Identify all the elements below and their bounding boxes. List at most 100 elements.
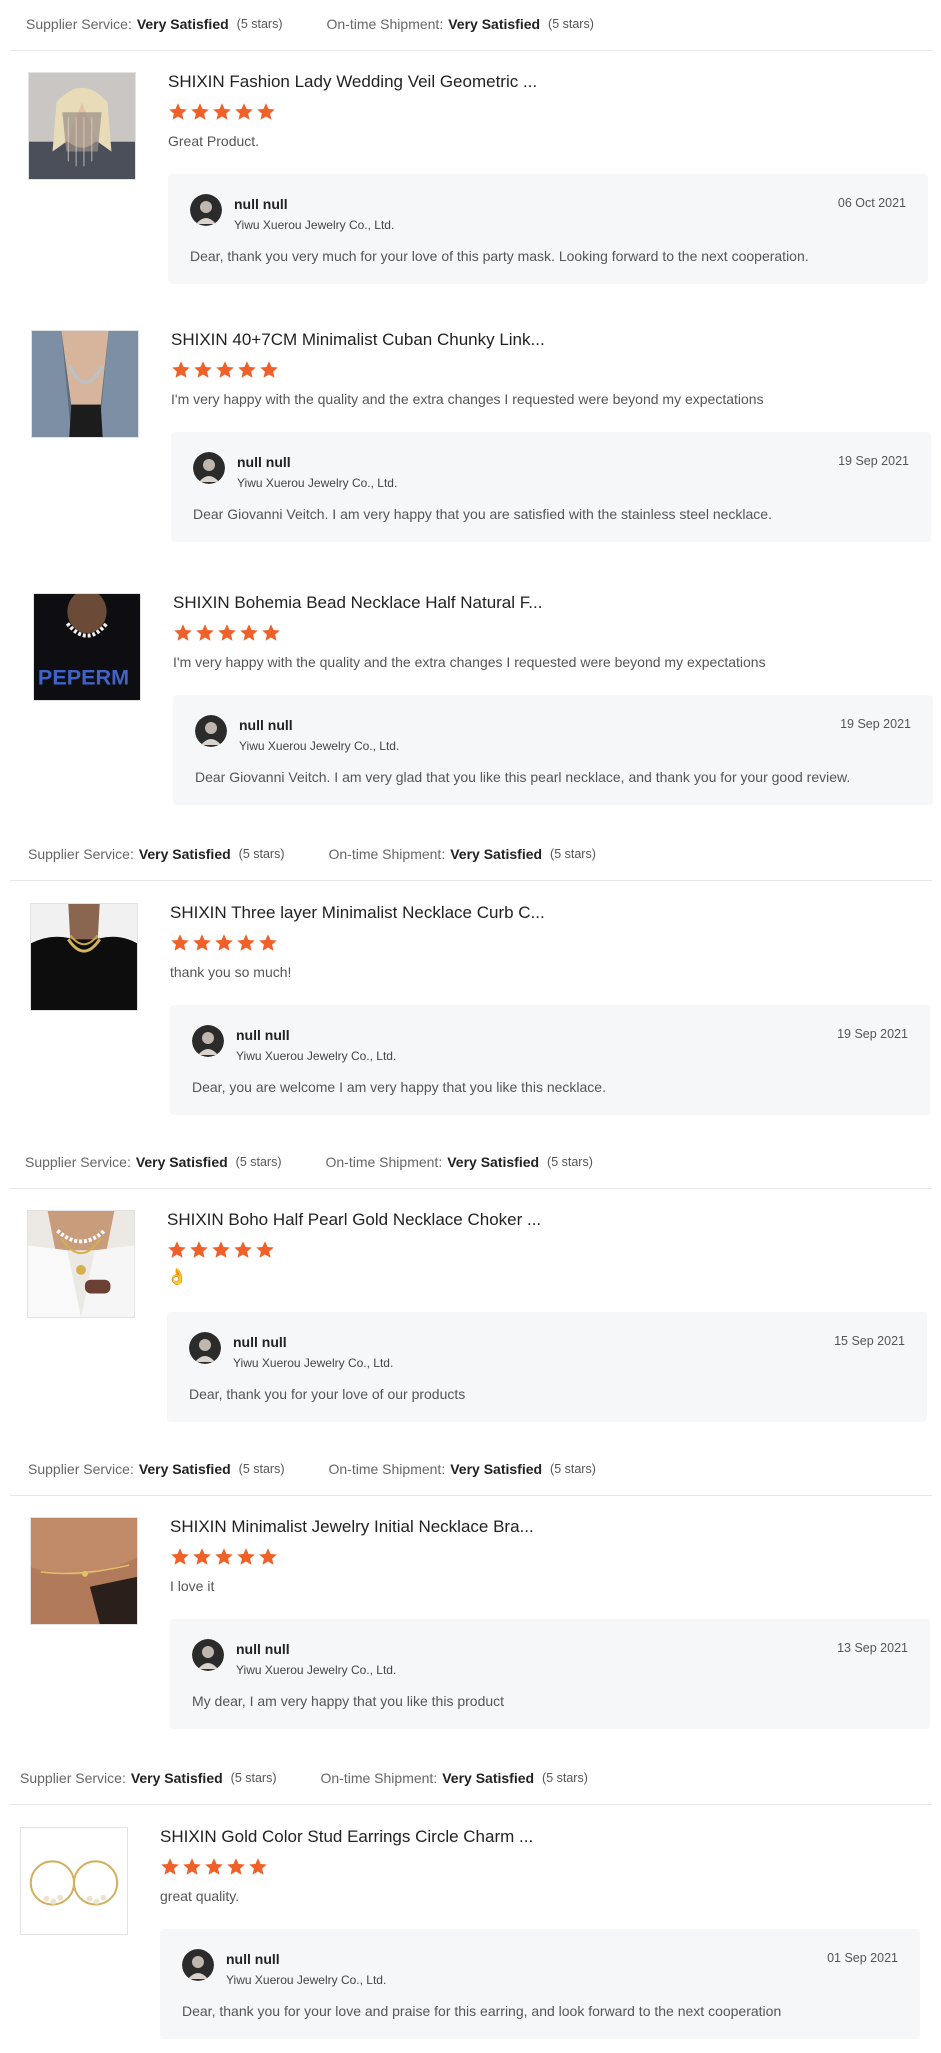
product-thumbnail[interactable]: PEPERM <box>33 593 141 701</box>
supplier-service-count: (5 stars) <box>238 1462 285 1476</box>
shipment-label: On-time Shipment: <box>328 846 446 862</box>
avatar <box>195 715 227 747</box>
reply-company: Yiwu Xuerou Jewelry Co., Ltd. <box>233 1356 394 1370</box>
rating-summary: Supplier Service: Very Satisfied (5 star… <box>20 1764 588 1792</box>
seller-reply: null null Yiwu Xuerou Jewelry Co., Ltd. … <box>173 695 933 805</box>
divider <box>10 880 932 881</box>
star-icon <box>215 1548 233 1565</box>
shipment-count: (5 stars) <box>547 1155 593 1169</box>
avatar <box>190 194 222 226</box>
review-comment: 👌 <box>167 1269 187 1286</box>
rating-summary: Supplier Service: Very Satisfied (5 star… <box>26 10 594 38</box>
seller-reply: null null Yiwu Xuerou Jewelry Co., Ltd. … <box>170 1005 930 1115</box>
star-icon <box>193 1548 211 1565</box>
product-title[interactable]: SHIXIN Three layer Minimalist Necklace C… <box>170 903 545 923</box>
shipment-value: Very Satisfied <box>447 1154 540 1170</box>
star-icon <box>237 1548 255 1565</box>
star-icon <box>174 624 192 641</box>
star-icon <box>194 361 212 378</box>
reply-author: null null <box>239 717 293 733</box>
seller-reply: null null Yiwu Xuerou Jewelry Co., Ltd. … <box>171 432 931 542</box>
layered-necklace-photo <box>31 904 137 1010</box>
star-icon <box>259 934 277 951</box>
reply-company: Yiwu Xuerou Jewelry Co., Ltd. <box>236 1049 397 1063</box>
star-icon <box>183 1858 201 1875</box>
reply-company: Yiwu Xuerou Jewelry Co., Ltd. <box>239 739 400 753</box>
reply-text: Dear, thank you very much for your love … <box>190 248 809 264</box>
avatar <box>193 452 225 484</box>
shipment-count: (5 stars) <box>548 17 594 31</box>
reviews-page: Supplier Service: Very Satisfied (5 star… <box>0 0 941 2053</box>
review-comment: I love it <box>170 1578 215 1594</box>
earrings-photo <box>21 1828 127 1934</box>
review-comment: I'm very happy with the quality and the … <box>173 654 766 670</box>
product-thumbnail[interactable] <box>30 903 138 1011</box>
product-thumbnail[interactable] <box>30 1517 138 1625</box>
reply-author: null null <box>233 1334 287 1350</box>
product-thumbnail[interactable] <box>27 1210 135 1318</box>
reply-date: 19 Sep 2021 <box>837 1027 908 1041</box>
seller-reply: null null Yiwu Xuerou Jewelry Co., Ltd. … <box>168 174 928 284</box>
reply-text: Dear, you are welcome I am very happy th… <box>192 1079 606 1095</box>
reply-date: 13 Sep 2021 <box>837 1641 908 1655</box>
avatar <box>182 1949 214 1981</box>
reply-author: null null <box>236 1641 290 1657</box>
seller-reply: null null Yiwu Xuerou Jewelry Co., Ltd. … <box>167 1312 927 1422</box>
star-icon <box>216 361 234 378</box>
star-icon <box>161 1858 179 1875</box>
product-thumbnail[interactable] <box>20 1827 128 1935</box>
star-icon <box>234 1241 252 1258</box>
star-icon <box>172 361 190 378</box>
reply-text: Dear Giovanni Veitch. I am very glad tha… <box>195 769 851 785</box>
star-icon <box>259 1548 277 1565</box>
supplier-service-count: (5 stars) <box>236 17 283 31</box>
supplier-service-label: Supplier Service: <box>20 1770 126 1786</box>
star-icon <box>169 103 187 120</box>
star-icon <box>256 1241 274 1258</box>
rating-stars <box>167 1240 275 1260</box>
star-icon <box>196 624 214 641</box>
product-title[interactable]: SHIXIN 40+7CM Minimalist Cuban Chunky Li… <box>171 330 545 350</box>
product-title[interactable]: SHIXIN Boho Half Pearl Gold Necklace Cho… <box>167 1210 541 1230</box>
supplier-service-label: Supplier Service: <box>26 16 132 32</box>
seller-reply: null null Yiwu Xuerou Jewelry Co., Ltd. … <box>160 1929 920 2039</box>
divider <box>10 50 932 51</box>
reply-company: Yiwu Xuerou Jewelry Co., Ltd. <box>237 476 398 490</box>
supplier-service-label: Supplier Service: <box>28 1461 134 1477</box>
supplier-service-value: Very Satisfied <box>135 1154 228 1170</box>
star-icon <box>257 103 275 120</box>
divider <box>10 1495 932 1496</box>
shipment-count: (5 stars) <box>550 847 596 861</box>
reply-author: null null <box>236 1027 290 1043</box>
reply-author: null null <box>237 454 291 470</box>
star-icon <box>168 1241 186 1258</box>
svg-text:PEPERM: PEPERM <box>38 664 129 689</box>
reply-date: 01 Sep 2021 <box>827 1951 898 1965</box>
supplier-service-label: Supplier Service: <box>25 1154 131 1170</box>
product-title[interactable]: SHIXIN Bohemia Bead Necklace Half Natura… <box>173 593 542 613</box>
rating-summary: Supplier Service: Very Satisfied (5 star… <box>25 1148 593 1176</box>
supplier-service-value: Very Satisfied <box>136 16 229 32</box>
rating-stars <box>173 623 281 643</box>
product-thumbnail[interactable] <box>31 330 139 438</box>
star-icon <box>237 934 255 951</box>
product-title[interactable]: SHIXIN Gold Color Stud Earrings Circle C… <box>160 1827 533 1847</box>
product-title[interactable]: SHIXIN Fashion Lady Wedding Veil Geometr… <box>168 72 537 92</box>
reply-date: 15 Sep 2021 <box>834 1334 905 1348</box>
product-title[interactable]: SHIXIN Minimalist Jewelry Initial Neckla… <box>170 1517 534 1537</box>
rating-stars <box>170 1547 278 1567</box>
star-icon <box>262 624 280 641</box>
supplier-service-value: Very Satisfied <box>138 846 231 862</box>
bracelet-photo <box>31 1518 137 1624</box>
shipment-count: (5 stars) <box>550 1462 596 1476</box>
shipment-label: On-time Shipment: <box>326 16 444 32</box>
shipment-label: On-time Shipment: <box>328 1461 446 1477</box>
star-icon <box>218 624 236 641</box>
bead-necklace-photo: PEPERM <box>34 594 140 700</box>
product-thumbnail[interactable] <box>28 72 136 180</box>
star-icon <box>193 934 211 951</box>
star-icon <box>260 361 278 378</box>
rating-stars <box>170 933 278 953</box>
reply-date: 19 Sep 2021 <box>840 717 911 731</box>
pearl-choker-photo <box>28 1211 134 1317</box>
